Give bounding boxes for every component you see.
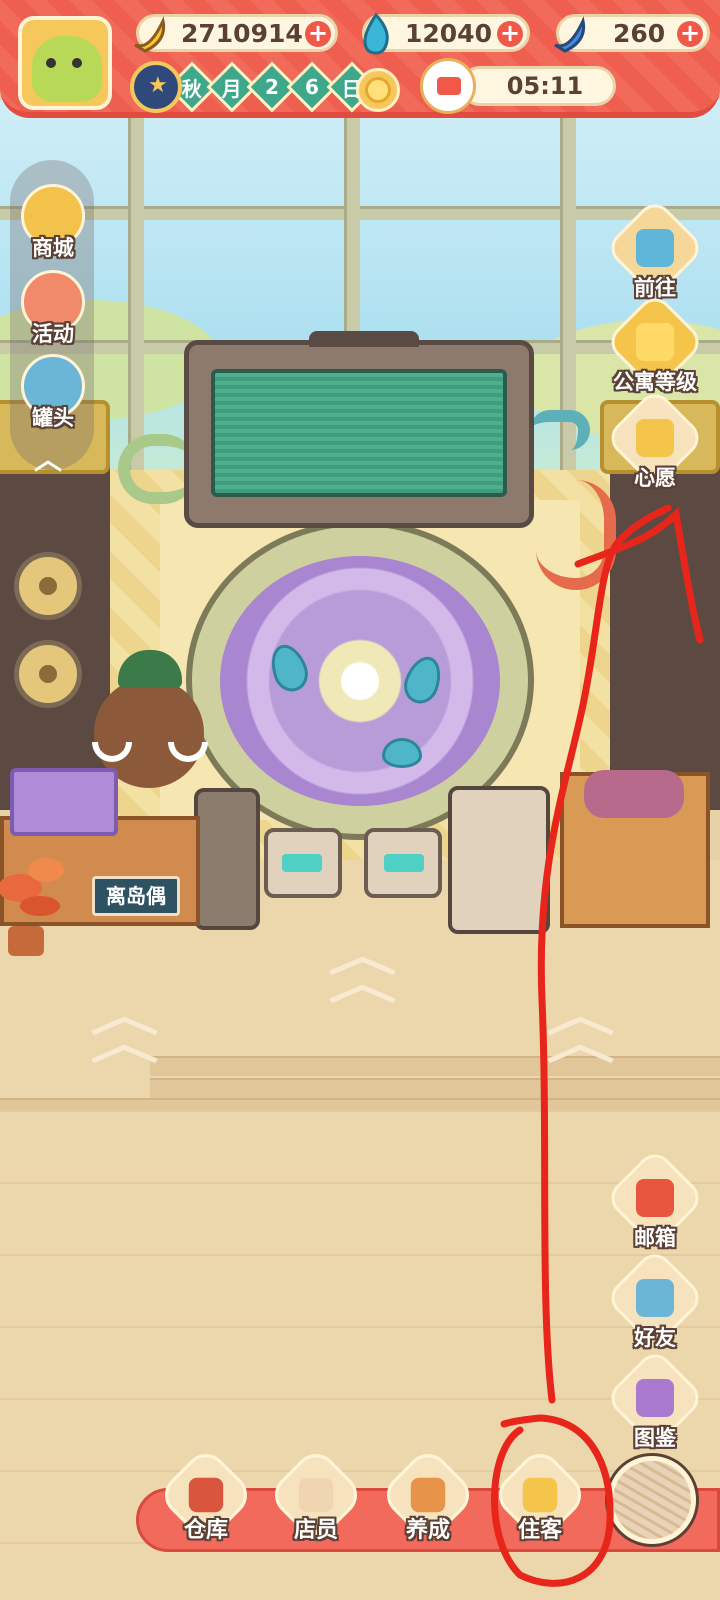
- menu-mailbox[interactable]: 邮箱: [600, 1147, 710, 1252]
- menu-events-label: 活动: [32, 322, 74, 346]
- menu-apartment-level-label: 公寓等级: [613, 370, 697, 394]
- currency-blue-banana-value: 260: [613, 18, 666, 48]
- menu-wish-label: 心愿: [634, 466, 676, 490]
- menu-friends-label: 好友: [634, 1326, 676, 1350]
- moon-clock-icon: [130, 61, 182, 113]
- currency-banana[interactable]: 2710914 +: [134, 14, 338, 53]
- menu-collection-label: 图鉴: [634, 1426, 676, 1450]
- menu-events[interactable]: 活动: [14, 270, 92, 348]
- sun-weather-icon[interactable]: [356, 68, 400, 112]
- collapse-chevron-icon[interactable]: ︿: [34, 438, 62, 478]
- mammoth-hat: [118, 650, 182, 688]
- portal-monitor: [184, 331, 534, 528]
- player-avatar[interactable]: [18, 16, 112, 110]
- stair-step: [150, 1078, 720, 1098]
- date-digit: 2: [265, 74, 279, 99]
- dock-residents-label: 住客: [517, 1518, 562, 1543]
- menu-friends[interactable]: 好友: [600, 1247, 710, 1352]
- yarn-ball-button[interactable]: [608, 1456, 696, 1544]
- machine-right: [448, 786, 550, 934]
- dock-train-label: 养成: [405, 1518, 450, 1543]
- clock-dial-icon[interactable]: [14, 552, 82, 620]
- monitor-screen: [211, 369, 507, 497]
- dock-staff-label: 店员: [293, 1518, 338, 1543]
- menu-wish[interactable]: 心愿: [600, 387, 710, 492]
- date-digit: 6: [305, 74, 319, 99]
- chevron-up-icon: ︿ ︿: [328, 928, 397, 1010]
- dock-warehouse[interactable]: 仓库: [156, 1445, 256, 1545]
- skull-dial-icon[interactable]: [14, 640, 82, 708]
- counter-sign: 离岛偶: [92, 876, 180, 916]
- menu-shop[interactable]: 商城: [14, 184, 92, 262]
- menu-cans-label: 罐头: [32, 406, 74, 430]
- gate-right: [364, 828, 442, 898]
- chevron-up-icon: ︿ ︿: [546, 988, 615, 1070]
- timer-value: 05:11: [460, 66, 616, 106]
- side-table[interactable]: [560, 770, 710, 928]
- dock-residents[interactable]: 住客: [490, 1445, 590, 1545]
- dock-warehouse-label: 仓库: [183, 1518, 228, 1543]
- machine-left: [194, 788, 260, 930]
- dock-train[interactable]: 养成: [378, 1445, 478, 1545]
- currency-flame-value: 12040: [405, 18, 492, 48]
- add-flame-button[interactable]: +: [497, 21, 523, 47]
- date-season: 秋: [182, 76, 202, 101]
- menu-apartment-level[interactable]: 公寓等级: [600, 291, 710, 396]
- water-drop: [382, 738, 422, 768]
- purple-ticket-box[interactable]: [10, 768, 118, 836]
- season-date-bar[interactable]: 秋 月 2 6 日: [130, 61, 378, 113]
- menu-mailbox-label: 邮箱: [634, 1226, 676, 1250]
- dock-staff[interactable]: 店员: [266, 1445, 366, 1545]
- date-month: 月: [222, 76, 242, 101]
- portal-swirl: [220, 556, 500, 806]
- blue-flame-icon: [363, 12, 389, 55]
- dino-avatar-icon: [32, 36, 102, 102]
- currency-blue-banana[interactable]: 260 +: [554, 14, 710, 53]
- menu-cans[interactable]: 罐头: [14, 354, 92, 432]
- currency-flame[interactable]: 12040 +: [362, 12, 530, 55]
- pipe-red: [536, 480, 616, 590]
- stair-step: [150, 1056, 720, 1076]
- window-frame: [560, 100, 576, 520]
- menu-goto[interactable]: 前往: [600, 197, 710, 302]
- banana-icon: [134, 16, 166, 53]
- currency-banana-value: 2710914: [181, 18, 303, 48]
- pipe-right: [530, 410, 590, 450]
- chevron-up-icon: ︿ ︿: [90, 988, 159, 1070]
- blue-banana-icon: [554, 16, 586, 53]
- potted-plant: [0, 858, 64, 956]
- table-cushion: [584, 770, 684, 818]
- cat-alarm-icon: [420, 58, 476, 114]
- timer-widget[interactable]: 05:11: [420, 58, 616, 114]
- menu-collection[interactable]: 图鉴: [600, 1347, 710, 1452]
- gate-left: [264, 828, 342, 898]
- add-banana-button[interactable]: +: [305, 21, 331, 47]
- monitor-tab: [309, 331, 419, 347]
- add-blue-banana-button[interactable]: +: [677, 21, 703, 47]
- menu-shop-label: 商城: [32, 236, 74, 260]
